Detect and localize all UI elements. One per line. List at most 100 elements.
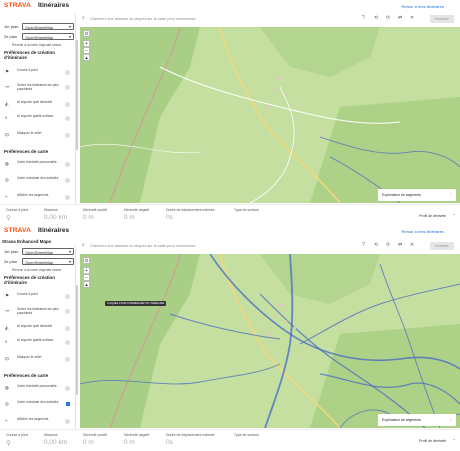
run-icon: ⚲	[6, 440, 11, 447]
heatmap-icon: ◍	[5, 385, 9, 390]
plan-1-select[interactable]: OpenStreetMap ▾	[22, 248, 74, 255]
delete-icon[interactable]: ✕	[410, 242, 414, 248]
strava-logo[interactable]: STRAVA	[4, 227, 31, 234]
zoom-out-button[interactable]: −	[83, 274, 90, 281]
stat-elev-gain: Dénivelé positif 0 m	[83, 208, 107, 221]
global-heatmap-icon: ◎	[5, 401, 9, 406]
toggle[interactable]	[65, 357, 70, 362]
plan-2-select[interactable]: OpenStreetMap ▾	[22, 33, 74, 40]
help-icon[interactable]: ?	[362, 242, 365, 248]
undo-icon[interactable]: ⟲	[374, 15, 378, 21]
plan-label: 2e plan	[4, 34, 18, 39]
plan-label: 1er plan	[4, 249, 19, 254]
chevron-down-icon	[65, 294, 70, 299]
map[interactable]: ⊙ + − ▴ CLIQUEZ POUR COMMENCER UN ITINÉR…	[80, 254, 460, 428]
search-input[interactable]: Cherchez une adresse ou cliquez sur la c…	[90, 244, 196, 248]
back-to-routes-link[interactable]: Retour à mes itinéraires	[402, 4, 444, 9]
reverse-icon[interactable]: ⇄	[398, 242, 402, 248]
option-surface[interactable]: ◐ Ai importe quelle surface	[4, 113, 72, 123]
chevron-up-icon[interactable]: ⌃	[453, 438, 456, 443]
zoom-in-button[interactable]: +	[83, 267, 90, 274]
elevation-profile-link[interactable]: Profil de dénivelé	[419, 214, 446, 218]
sidebar-scrollbar[interactable]	[76, 40, 78, 150]
plan-1-select[interactable]: OpenStreetMap ▾	[22, 23, 74, 30]
elevation-icon: ◭	[5, 101, 9, 106]
toggle[interactable]	[65, 133, 70, 138]
toggle[interactable]	[65, 419, 70, 424]
more-icon[interactable]: ⋮	[449, 192, 453, 197]
option-run[interactable]: ⚑ Course à pied	[4, 67, 72, 77]
stats-bar: Course à pied ⚲ Distance 0,00 km Dénivelé …	[0, 204, 460, 225]
elevation-profile-link[interactable]: Profil de dénivelé	[419, 439, 446, 443]
option-elevation[interactable]: ◭ Ai importe quel dénivelé	[4, 323, 72, 333]
surface-icon: ◐	[5, 115, 8, 120]
sidebar-scrollbar[interactable]	[76, 285, 78, 395]
toggle[interactable]	[65, 195, 70, 200]
search-bar[interactable]: ⌕ Cherchez une adresse ou cliquez sur la…	[80, 14, 380, 23]
delete-icon[interactable]: ✕	[410, 15, 414, 21]
geolocate-icon[interactable]: ⊙	[83, 30, 90, 37]
toggle[interactable]	[65, 116, 70, 121]
map[interactable]: ⊙ + − ▴ Explorateur de segments ⋮	[80, 27, 460, 203]
zoom-out-button[interactable]: −	[83, 47, 90, 54]
toggle[interactable]	[65, 326, 70, 331]
elevation-icon: ◭	[5, 325, 9, 330]
itinerary-button[interactable]: Itinéraire	[430, 242, 454, 250]
toggle[interactable]	[65, 340, 70, 345]
geolocate-icon[interactable]: ⊙	[83, 257, 90, 264]
option-segments[interactable]: ⌁ Afficher les segments	[4, 192, 72, 202]
reset-map-link[interactable]: Revenir à la carte originale strava	[12, 43, 61, 47]
creation-prefs-title: Préférences de création d'itinéraire	[4, 275, 56, 285]
segment-icon: ⌁	[5, 418, 8, 423]
option-popular[interactable]: ↝ Suivre les itinéraires les plus populai…	[4, 82, 72, 92]
toggle[interactable]	[65, 309, 70, 314]
plan-2-select[interactable]: OpenStreetMap ▾	[22, 258, 74, 265]
option-run[interactable]: ⚑ Course à pied	[4, 291, 72, 301]
compass-icon[interactable]: ▴	[83, 54, 90, 61]
creation-prefs-title: Préférences de création d'itinéraire	[4, 50, 56, 60]
more-icon[interactable]: ⋮	[449, 417, 453, 422]
compass-icon[interactable]: ▴	[83, 281, 90, 288]
search-bar[interactable]: ⌕ Cherchez une adresse ou cliquez sur la…	[80, 241, 380, 250]
option-global-heatmap[interactable]: ◎ Carte mondiale des activités	[4, 175, 72, 185]
heatmap-icon: ◍	[5, 161, 9, 166]
segment-explorer-panel[interactable]: Explorateur de segments ⋮	[378, 414, 456, 426]
segment-explorer-panel[interactable]: Explorateur de segments ⋮	[378, 189, 456, 201]
run-icon: ⚑	[5, 293, 10, 298]
option-global-heatmap[interactable]: ◎ Carte mondiale des activités ✓	[4, 399, 72, 409]
route-popular-icon: ↝	[5, 308, 9, 313]
option-relief[interactable]: ⊡ Masquer le relief	[4, 354, 72, 364]
sidebar: 1er plan OpenStreetMap ▾ 2e plan OpenStre…	[0, 245, 76, 430]
option-segments[interactable]: ⌁ Afficher les segments	[4, 416, 72, 426]
segments-icon: ⊡	[5, 132, 9, 137]
option-relief[interactable]: ⊡ Masquer le relief	[4, 130, 72, 140]
help-icon[interactable]: ?	[362, 15, 365, 21]
redo-icon[interactable]: ⟳	[386, 15, 390, 21]
undo-icon[interactable]: ⟲	[374, 242, 378, 248]
itinerary-button[interactable]: Itinéraire	[430, 15, 454, 23]
redo-icon[interactable]: ⟳	[386, 242, 390, 248]
map-prefs-title: Préférences de carte	[4, 373, 49, 378]
toggle[interactable]	[65, 85, 70, 90]
option-personal-heatmap[interactable]: ◍ Carte d'activité personnelle	[4, 159, 72, 169]
top-bar: STRAVA Itinéraires Retour à mes itinérai…	[0, 0, 460, 13]
map-terrain	[80, 27, 460, 203]
toggle[interactable]	[65, 178, 70, 183]
chevron-up-icon[interactable]: ⌃	[453, 213, 456, 218]
toggle[interactable]	[65, 162, 70, 167]
toggle[interactable]	[65, 102, 70, 107]
checkbox-checked[interactable]: ✓	[66, 402, 70, 406]
page-title: Itinéraires	[38, 227, 70, 234]
option-personal-heatmap[interactable]: ◍ Carte d'activité personnelle	[4, 383, 72, 393]
toggle[interactable]	[65, 386, 70, 391]
option-surface[interactable]: ◐ Ai importe quelle surface	[4, 337, 72, 347]
option-popular[interactable]: ↝ Suivre les itinéraires les plus populai…	[4, 306, 72, 316]
reset-map-link[interactable]: Revenir à la carte originale strava	[12, 268, 61, 272]
strava-logo[interactable]: STRAVA	[4, 2, 31, 9]
zoom-in-button[interactable]: +	[83, 40, 90, 47]
back-to-routes-link[interactable]: Retour à mes itinéraires	[402, 229, 444, 234]
chevron-down-icon: ▾	[68, 249, 71, 254]
option-elevation[interactable]: ◭ Ai importe quel dénivelé	[4, 99, 72, 109]
search-input[interactable]: Cherchez une adresse ou cliquez sur la c…	[90, 17, 196, 21]
reverse-icon[interactable]: ⇄	[398, 15, 402, 21]
